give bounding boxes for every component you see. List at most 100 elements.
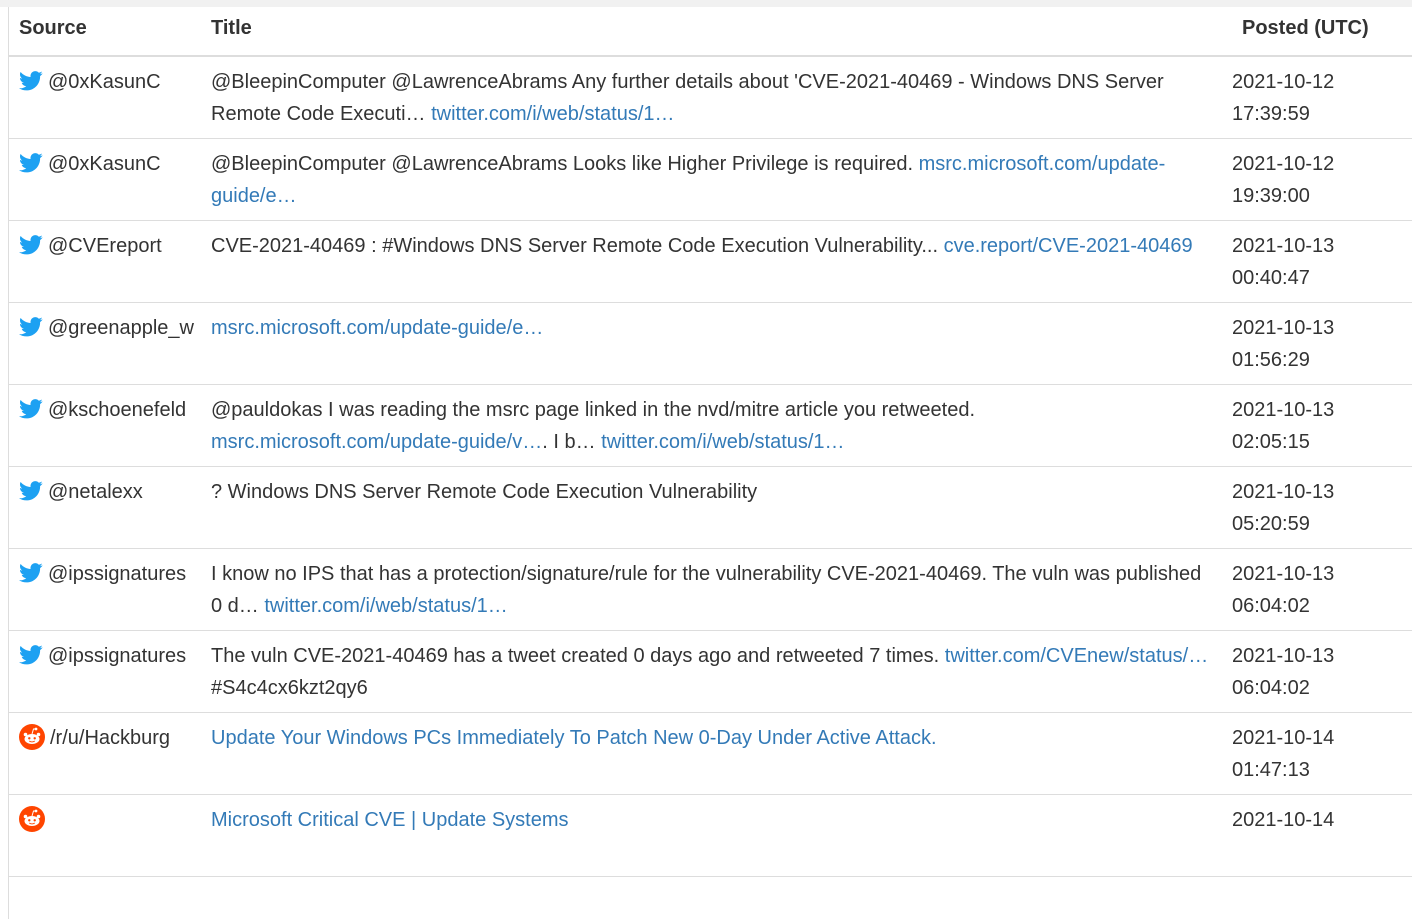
posted-date: 2021-10-12 [1232,71,1335,93]
posted-time: 06:04:02 [1232,594,1310,617]
source-handle[interactable]: /r/u/Hackburg [50,727,170,749]
table-row: @0xKasunC @BleepinComputer @LawrenceAbram… [9,56,1412,139]
mentions-table: Source Title Posted (UTC) @0xKasunC @Blee… [9,7,1412,877]
posted-date: 2021-10-13 [1232,234,1335,257]
posted-cell: 2021-10-14 [1232,794,1412,877]
source-handle[interactable]: @CVEreport [48,235,162,257]
source-cell: @greenapple_w [9,302,201,385]
table-body: @0xKasunC @BleepinComputer @LawrenceAbram… [9,56,1412,877]
posted-date: 2021-10-14 [1232,808,1335,831]
twitter-bird-icon[interactable] [19,479,43,500]
posted-cell: 2021-10-13 06:04:02 [1232,630,1412,713]
source-cell: @CVEreport [9,220,201,303]
table-row: @CVEreport CVE-2021-40469 : #Windows DNS … [9,220,1412,303]
posted-date: 2021-10-13 [1232,480,1335,503]
source-handle[interactable]: @ipssignatures [48,645,186,667]
column-header-source[interactable]: Source [9,7,201,57]
posted-time: 01:47:13 [1232,758,1310,781]
title-cell: The vuln CVE-2021-40469 has a tweet crea… [201,630,1232,713]
posted-date: 2021-10-13 [1232,316,1335,339]
source-cell: @kschoenefeld [9,384,201,467]
title-cell: Microsoft Critical CVE | Update Systems [201,794,1232,877]
source-handle[interactable]: @netalexx [48,481,143,503]
title-cell: ? Windows DNS Server Remote Code Executi… [201,466,1232,549]
source-handle[interactable]: @ipssignatures [48,563,186,585]
posted-cell: 2021-10-12 19:39:00 [1232,138,1412,221]
posted-time: 01:56:29 [1232,348,1310,371]
source-cell: @ipssignatures [9,630,201,713]
table-row: @ipssignatures I know no IPS that has a p… [9,548,1412,631]
title-link[interactable]: cve.report/CVE-2021-40469 [944,235,1193,257]
top-bar [0,0,1412,7]
title-text: @BleepinComputer @LawrenceAbrams Looks l… [211,152,919,175]
title-cell: I know no IPS that has a protection/sign… [201,548,1232,631]
source-handle[interactable]: @greenapple_w [48,317,194,339]
posted-cell: 2021-10-14 01:47:13 [1232,712,1412,795]
reddit-icon[interactable] [19,723,45,750]
posted-time: 00:40:47 [1232,266,1310,289]
column-header-title[interactable]: Title [201,7,1232,57]
title-link[interactable]: Microsoft Critical CVE | Update Systems [211,809,569,831]
source-cell: @0xKasunC [9,138,201,221]
table-row: /r/u/Hackburg Update Your Windows PCs Imm… [9,712,1412,795]
source-cell: @ipssignatures [9,548,201,631]
twitter-bird-icon[interactable] [19,397,43,418]
source-cell [9,794,201,877]
posted-date: 2021-10-14 [1232,726,1335,749]
table-row: @netalexx ? Windows DNS Server Remote Cod… [9,466,1412,549]
title-link[interactable]: Update Your Windows PCs Immediately To P… [211,727,937,749]
title-cell: CVE-2021-40469 : #Windows DNS Server Rem… [201,220,1232,303]
title-link[interactable]: twitter.com/CVEnew/status/… [945,645,1208,667]
posted-cell: 2021-10-13 00:40:47 [1232,220,1412,303]
source-cell: @0xKasunC [9,56,201,139]
title-link[interactable]: twitter.com/i/web/status/1… [264,595,507,617]
title-text: ? Windows DNS Server Remote Code Executi… [211,480,758,503]
posted-date: 2021-10-13 [1232,644,1335,667]
title-cell: @BleepinComputer @LawrenceAbrams Looks l… [201,138,1232,221]
table-row: @greenapple_w msrc.microsoft.com/update-g… [9,302,1412,385]
table-row: @0xKasunC @BleepinComputer @LawrenceAbram… [9,138,1412,221]
posted-date: 2021-10-13 [1232,398,1335,421]
posted-date: 2021-10-12 [1232,152,1335,175]
source-cell: @netalexx [9,466,201,549]
title-cell: Update Your Windows PCs Immediately To P… [201,712,1232,795]
source-handle[interactable]: @0xKasunC [48,153,161,175]
table-row: Microsoft Critical CVE | Update Systems 2… [9,794,1412,877]
posted-time: 17:39:59 [1232,103,1310,125]
posted-time: 06:04:02 [1232,676,1310,699]
twitter-bird-icon[interactable] [19,561,43,582]
posted-date: 2021-10-13 [1232,562,1335,585]
posted-time: 19:39:00 [1232,184,1310,207]
mentions-panel: Source Title Posted (UTC) @0xKasunC @Blee… [8,7,1412,919]
posted-cell: 2021-10-12 17:39:59 [1232,56,1412,139]
twitter-bird-icon[interactable] [19,643,43,664]
source-handle[interactable]: @0xKasunC [48,71,161,93]
title-text: @pauldokas I was reading the msrc page l… [211,398,976,421]
title-cell: msrc.microsoft.com/update-guide/e… [201,302,1232,385]
posted-time: 05:20:59 [1232,512,1310,535]
table-row: @ipssignatures The vuln CVE-2021-40469 ha… [9,630,1412,713]
twitter-bird-icon[interactable] [19,233,43,254]
title-cell: @BleepinComputer @LawrenceAbrams Any fur… [201,56,1232,139]
title-text-continued: #S4c4cx6kzt2qy6 [211,676,368,699]
title-text: @BleepinComputer @LawrenceAbrams Any fur… [211,71,1164,125]
table-row: @kschoenefeld @pauldokas I was reading th… [9,384,1412,467]
posted-cell: 2021-10-13 01:56:29 [1232,302,1412,385]
title-link[interactable]: msrc.microsoft.com/update-guide/e… [211,317,543,339]
title-cell: @pauldokas I was reading the msrc page l… [201,384,1232,467]
title-link[interactable]: twitter.com/i/web/status/1… [431,103,674,125]
title-text-continued: . I b… [542,430,602,453]
column-header-posted[interactable]: Posted (UTC) [1232,7,1412,57]
posted-time: 02:05:15 [1232,430,1310,453]
twitter-bird-icon[interactable] [19,315,43,336]
posted-cell: 2021-10-13 05:20:59 [1232,466,1412,549]
source-handle[interactable]: @kschoenefeld [48,399,186,421]
reddit-icon[interactable] [19,805,45,832]
posted-cell: 2021-10-13 02:05:15 [1232,384,1412,467]
title-text: The vuln CVE-2021-40469 has a tweet crea… [211,644,945,667]
title-link-secondary[interactable]: twitter.com/i/web/status/1… [601,431,844,453]
twitter-bird-icon[interactable] [19,151,43,172]
table-header-row: Source Title Posted (UTC) [9,7,1412,57]
title-link[interactable]: msrc.microsoft.com/update-guide/v… [211,431,542,453]
twitter-bird-icon[interactable] [19,69,43,91]
